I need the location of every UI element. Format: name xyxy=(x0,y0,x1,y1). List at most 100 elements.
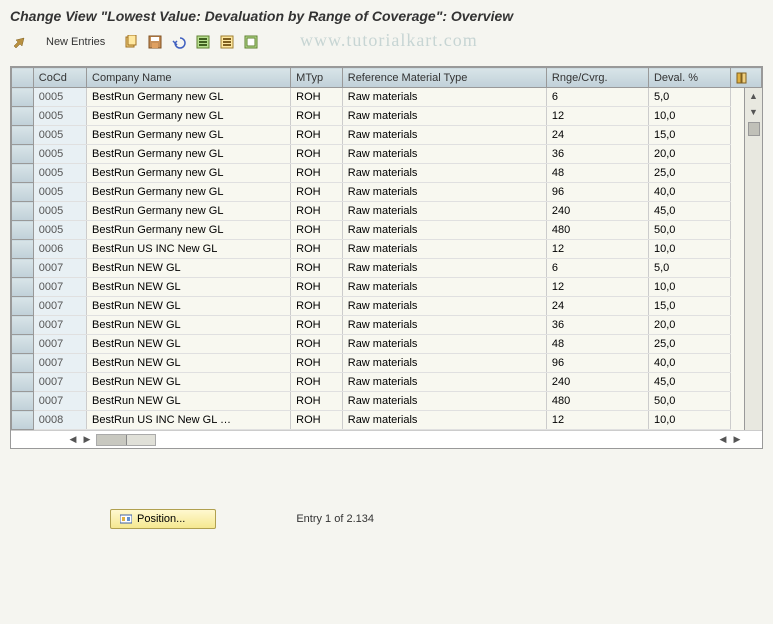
row-marker[interactable] xyxy=(12,107,34,126)
cell-cocd[interactable]: 0008 xyxy=(33,411,86,430)
cell-cocd[interactable]: 0005 xyxy=(33,126,86,145)
cell-cocd[interactable]: 0005 xyxy=(33,202,86,221)
cell-cocd[interactable]: 0005 xyxy=(33,107,86,126)
cell-company[interactable]: BestRun NEW GL xyxy=(87,373,291,392)
table-row[interactable]: 0005 BestRun Germany new GL ROH Raw mate… xyxy=(12,164,762,183)
cell-range[interactable]: 36 xyxy=(546,145,648,164)
row-marker[interactable] xyxy=(12,373,34,392)
cell-mtyp[interactable]: ROH xyxy=(291,126,343,145)
table-settings-icon[interactable] xyxy=(730,68,761,88)
cell-refmat[interactable]: Raw materials xyxy=(342,373,546,392)
cell-mtyp[interactable]: ROH xyxy=(291,297,343,316)
col-header-cocd[interactable]: CoCd xyxy=(33,68,86,88)
cell-refmat[interactable]: Raw materials xyxy=(342,316,546,335)
cell-deval[interactable]: 5,0 xyxy=(648,259,730,278)
cell-mtyp[interactable]: ROH xyxy=(291,183,343,202)
cell-mtyp[interactable]: ROH xyxy=(291,316,343,335)
hscroll-left-icon[interactable]: ◀ xyxy=(66,433,80,447)
row-marker[interactable] xyxy=(12,278,34,297)
cell-company[interactable]: BestRun Germany new GL xyxy=(87,202,291,221)
cell-range[interactable]: 12 xyxy=(546,411,648,430)
row-marker[interactable] xyxy=(12,297,34,316)
row-marker[interactable] xyxy=(12,335,34,354)
hscroll-right-icon[interactable]: ▶ xyxy=(80,433,94,447)
table-row[interactable]: 0005 BestRun Germany new GL ROH Raw mate… xyxy=(12,202,762,221)
row-marker[interactable] xyxy=(12,126,34,145)
table-row[interactable]: 0007 BestRun NEW GL ROH Raw materials 96… xyxy=(12,354,762,373)
row-marker[interactable] xyxy=(12,88,34,107)
cell-cocd[interactable]: 0006 xyxy=(33,240,86,259)
cell-cocd[interactable]: 0007 xyxy=(33,354,86,373)
row-marker[interactable] xyxy=(12,183,34,202)
table-row[interactable]: 0007 BestRun NEW GL ROH Raw materials 12… xyxy=(12,278,762,297)
row-marker[interactable] xyxy=(12,164,34,183)
cell-refmat[interactable]: Raw materials xyxy=(342,335,546,354)
deselect-all-icon[interactable] xyxy=(217,32,237,52)
cell-company[interactable]: BestRun NEW GL xyxy=(87,278,291,297)
cell-refmat[interactable]: Raw materials xyxy=(342,297,546,316)
cell-cocd[interactable]: 0005 xyxy=(33,164,86,183)
cell-company[interactable]: BestRun Germany new GL xyxy=(87,126,291,145)
cell-cocd[interactable]: 0007 xyxy=(33,373,86,392)
table-row[interactable]: 0005 BestRun Germany new GL ROH Raw mate… xyxy=(12,221,762,240)
cell-deval[interactable]: 15,0 xyxy=(648,297,730,316)
save-icon[interactable] xyxy=(145,32,165,52)
table-row[interactable]: 0007 BestRun NEW GL ROH Raw materials 24… xyxy=(12,373,762,392)
cell-deval[interactable]: 20,0 xyxy=(648,145,730,164)
print-icon[interactable] xyxy=(241,32,261,52)
cell-company[interactable]: BestRun NEW GL xyxy=(87,316,291,335)
cell-range[interactable]: 48 xyxy=(546,335,648,354)
cell-deval[interactable]: 5,0 xyxy=(648,88,730,107)
cell-refmat[interactable]: Raw materials xyxy=(342,259,546,278)
cell-mtyp[interactable]: ROH xyxy=(291,107,343,126)
cell-company[interactable]: BestRun Germany new GL xyxy=(87,183,291,202)
cell-range[interactable]: 24 xyxy=(546,126,648,145)
cell-deval[interactable]: 20,0 xyxy=(648,316,730,335)
select-all-icon[interactable] xyxy=(193,32,213,52)
table-row[interactable]: 0005 BestRun Germany new GL ROH Raw mate… xyxy=(12,107,762,126)
cell-mtyp[interactable]: ROH xyxy=(291,145,343,164)
cell-cocd[interactable]: 0005 xyxy=(33,145,86,164)
cell-deval[interactable]: 50,0 xyxy=(648,392,730,411)
row-marker[interactable] xyxy=(12,221,34,240)
cell-range[interactable]: 24 xyxy=(546,297,648,316)
cell-mtyp[interactable]: ROH xyxy=(291,411,343,430)
cell-range[interactable]: 12 xyxy=(546,240,648,259)
cell-company[interactable]: BestRun NEW GL xyxy=(87,297,291,316)
cell-refmat[interactable]: Raw materials xyxy=(342,183,546,202)
scroll-thumb[interactable] xyxy=(748,122,760,136)
cell-mtyp[interactable]: ROH xyxy=(291,392,343,411)
cell-company[interactable]: BestRun Germany new GL xyxy=(87,107,291,126)
cell-company[interactable]: BestRun NEW GL xyxy=(87,392,291,411)
cell-range[interactable]: 6 xyxy=(546,259,648,278)
table-row[interactable]: 0008 BestRun US INC New GL … ROH Raw mat… xyxy=(12,411,762,430)
row-marker[interactable] xyxy=(12,354,34,373)
cell-range[interactable]: 240 xyxy=(546,202,648,221)
row-marker[interactable] xyxy=(12,202,34,221)
col-header-mtyp[interactable]: MTyp xyxy=(291,68,343,88)
toggle-display-icon[interactable] xyxy=(10,32,30,52)
cell-company[interactable]: BestRun Germany new GL xyxy=(87,221,291,240)
vertical-scrollbar[interactable]: ▲ ▼ xyxy=(744,88,762,430)
cell-range[interactable]: 12 xyxy=(546,107,648,126)
row-marker[interactable] xyxy=(12,316,34,335)
cell-cocd[interactable]: 0005 xyxy=(33,221,86,240)
cell-company[interactable]: BestRun US INC New GL xyxy=(87,240,291,259)
table-row[interactable]: 0005 BestRun Germany new GL ROH Raw mate… xyxy=(12,88,762,107)
cell-range[interactable]: 480 xyxy=(546,392,648,411)
cell-mtyp[interactable]: ROH xyxy=(291,164,343,183)
cell-company[interactable]: BestRun Germany new GL xyxy=(87,88,291,107)
table-row[interactable]: 0007 BestRun NEW GL ROH Raw materials 6 … xyxy=(12,259,762,278)
cell-mtyp[interactable]: ROH xyxy=(291,202,343,221)
cell-mtyp[interactable]: ROH xyxy=(291,88,343,107)
cell-deval[interactable]: 50,0 xyxy=(648,221,730,240)
col-header-refmat[interactable]: Reference Material Type xyxy=(342,68,546,88)
cell-refmat[interactable]: Raw materials xyxy=(342,354,546,373)
cell-mtyp[interactable]: ROH xyxy=(291,278,343,297)
new-entries-button[interactable]: New Entries xyxy=(38,34,113,50)
table-row[interactable]: 0005 BestRun Germany new GL ROH Raw mate… xyxy=(12,183,762,202)
scroll-down-icon[interactable]: ▼ xyxy=(747,105,761,119)
cell-range[interactable]: 240 xyxy=(546,373,648,392)
cell-deval[interactable]: 25,0 xyxy=(648,164,730,183)
cell-range[interactable]: 36 xyxy=(546,316,648,335)
